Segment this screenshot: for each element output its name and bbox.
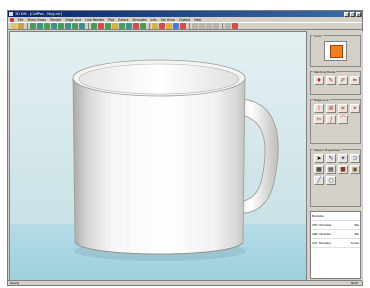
edge-line-group: Edge Line ⌇ ⌘ ⌗ ⌖ ✂ ∫ ⌒ [310,98,361,144]
texture-map-icon[interactable]: ▣ [350,165,360,174]
material-icon[interactable] [173,23,179,29]
toolbar [8,22,362,30]
view-bottom-icon[interactable] [65,23,71,29]
view-iso-icon[interactable] [72,23,78,29]
zoom-fit-icon[interactable] [112,23,118,29]
paint-bucket-icon[interactable]: ♦ [314,76,324,85]
wireframe-icon[interactable] [119,23,125,29]
edge-split-icon[interactable]: ⌗ [338,104,348,113]
view-back-icon[interactable] [37,23,43,29]
copy-icon[interactable] [213,23,219,29]
help-icon[interactable] [232,23,238,29]
layers-icon[interactable]: ▤ [326,165,336,174]
toolbar-separator [88,23,89,29]
spray-icon[interactable]: ✐ [338,76,348,85]
mug-body [72,77,246,255]
toolbar-separator [222,23,223,29]
undo-icon[interactable] [192,23,198,29]
maximize-button[interactable]: □ [350,11,355,17]
painting-group-title: Painting Mode [313,70,337,74]
object-group-title: Object Properties [313,148,341,152]
menu-line-render[interactable]: Line Render [85,18,104,22]
view-top-icon[interactable] [58,23,64,29]
menu-info[interactable]: Info [151,18,157,22]
view-right-icon[interactable] [51,23,57,29]
status-indicator: NUM [350,281,358,285]
mug-inner [78,63,240,95]
pan-icon[interactable] [98,23,104,29]
app-window: 3D KiN - [CoffPas - Mug.cer] _ □ × File … [7,10,363,286]
magnet-icon[interactable]: ⊃ [350,154,360,163]
status-bar: Ready NUM [8,280,362,285]
3d-viewport[interactable] [9,31,307,281]
texture-icon[interactable] [166,23,172,29]
brush-icon[interactable]: ✎ [326,76,336,85]
menu-help[interactable]: Help [194,18,201,22]
view-front-icon[interactable] [30,23,36,29]
menu-set-hline[interactable]: Set Hline [161,18,175,22]
print-icon[interactable] [225,23,231,29]
shaded-icon[interactable] [126,23,132,29]
edge-select-icon[interactable]: ⌇ [314,104,324,113]
properties-panel: Color Painting Mode ♦ ✎ ✐ ✒ Edge Line ⌇ … [308,31,363,281]
painting-mode-group: Painting Mode ♦ ✎ ✐ ✒ [310,70,361,95]
menu-show-views[interactable]: Show Views [27,18,46,22]
document-icon[interactable] [10,17,14,22]
view-left-icon[interactable] [44,23,50,29]
edge-join-icon[interactable]: ⌖ [350,104,360,113]
list-item[interactable]: CFD: Modeller Tab [311,221,360,230]
line-tool-icon[interactable]: ╱ [314,176,324,185]
redo-icon[interactable] [199,23,205,29]
wand-icon[interactable]: ✦ [338,154,348,163]
status-text: Ready [10,281,20,285]
toolbar-separator [27,23,28,29]
edge-group-title: Edge Line [313,98,330,102]
palette-icon[interactable] [152,23,158,29]
list-item[interactable]: ACT: Modeller Tuned [311,239,360,248]
toolbar-separator [149,23,150,29]
new-icon[interactable] [11,23,17,29]
menu-simulate[interactable]: Simulate [132,18,146,22]
edge-add-icon[interactable]: ⌘ [326,104,336,113]
pointer-icon[interactable]: ➤ [314,154,324,163]
rotate-icon[interactable] [91,23,97,29]
highlight-icon[interactable] [180,23,186,29]
close-button[interactable]: × [356,11,361,17]
edge-arc-icon[interactable]: ⌒ [338,115,348,124]
circle-tool-icon[interactable]: ○ [326,176,336,185]
render-icon[interactable] [133,23,139,29]
zoom-icon[interactable] [105,23,111,29]
cut-icon[interactable] [206,23,212,29]
view-persp-icon[interactable] [79,23,85,29]
list-item[interactable]: ANT: Modeller Tab [311,230,360,239]
object-properties-group: Object Properties ➤ ✎ ✦ ⊃ ▦ ▤ ■ ▣ ╱ ○ [310,148,361,207]
menu-clotest[interactable]: Clotest [179,18,190,22]
material-sphere-icon[interactable]: ■ [338,165,348,174]
mug-model[interactable] [10,32,307,281]
eyedropper-icon[interactable]: ✒ [350,76,360,85]
toolbar-separator [189,23,190,29]
pen-icon[interactable]: ✎ [326,154,336,163]
menu-edge-line[interactable]: Edge Line [66,18,82,22]
open-icon[interactable] [18,23,24,29]
menu-file[interactable]: File [18,18,23,22]
app-icon [9,12,13,16]
edge-curve-icon[interactable]: ∫ [326,115,336,124]
light-icon[interactable] [140,23,146,29]
color-swatch-box[interactable] [324,41,347,61]
minimize-button[interactable]: _ [344,11,349,17]
color-icon[interactable] [159,23,165,29]
list-item[interactable]: Modeller [311,212,360,221]
color-group-title: Color [313,34,323,38]
menu-plot[interactable]: Plot [108,18,114,22]
object-list[interactable]: Modeller CFD: Modeller Tab ANT: Modeller… [310,211,361,279]
menu-eaters[interactable]: Eaters [118,18,128,22]
menu-render[interactable]: Render [50,18,61,22]
edge-cut-icon[interactable]: ✂ [314,115,324,124]
window-title: 3D KiN - [CoffPas - Mug.cer] [15,12,63,16]
current-color-swatch[interactable] [330,45,343,58]
grid-icon[interactable]: ▦ [314,165,324,174]
color-group: Color [310,34,361,67]
